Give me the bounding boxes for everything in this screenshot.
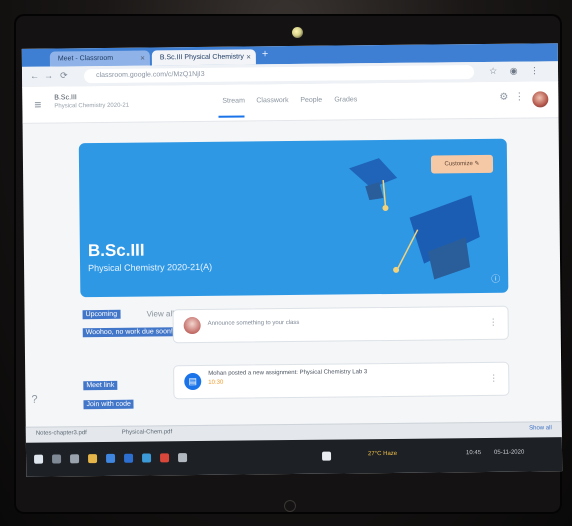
assignment-icon: ▤: [184, 372, 202, 391]
assignment-title[interactable]: Mohan posted a new assignment: Physical …: [208, 369, 367, 377]
more-options-icon[interactable]: ⋮: [489, 317, 498, 328]
info-icon[interactable]: ⓘ: [491, 272, 500, 285]
mail-icon[interactable]: [142, 453, 152, 463]
classroom-header: ≡ B.Sc.III Physical Chemistry 2020-21 St…: [22, 81, 559, 124]
browser-tab-1[interactable]: Meet - Classroom ×: [49, 50, 150, 67]
reload-icon[interactable]: ⟳: [60, 70, 68, 81]
windows-taskbar: 27°C Haze 10:45 05-11-2020: [25, 437, 563, 477]
forward-icon[interactable]: →: [44, 70, 53, 80]
laptop-screen: Meet - Classroom × B.Sc.III Physical Che…: [21, 43, 563, 477]
hamburger-menu-icon[interactable]: ≡: [34, 98, 41, 112]
tab-classwork[interactable]: Classwork: [256, 97, 288, 104]
join-code-label[interactable]: Join with code: [83, 399, 134, 410]
tab-people[interactable]: People: [300, 97, 322, 104]
tab-label: Meet - Classroom: [57, 54, 114, 63]
apps-kebab-icon[interactable]: ⋮: [514, 92, 524, 103]
store-icon[interactable]: [124, 453, 134, 463]
chrome-icon[interactable]: [160, 453, 170, 463]
meet-link-label: Meet link: [83, 380, 118, 391]
webcam-light: [292, 27, 303, 38]
class-banner: Customize ✎ B.Sc.III Physical Chemistry …: [78, 138, 509, 298]
assignment-time: 10:30: [208, 379, 224, 386]
announce-card[interactable]: Announce something to your class ⋮: [172, 305, 509, 344]
class-title[interactable]: B.Sc.III: [54, 94, 77, 101]
clipboard-icon: ▤: [188, 376, 198, 387]
search-icon[interactable]: [52, 454, 62, 464]
show-all-downloads-link[interactable]: Show all: [529, 425, 552, 431]
banner-class-title: B.Sc.III: [87, 240, 145, 261]
browser-tab-2[interactable]: B.Sc.III Physical Chemistry ×: [151, 49, 256, 66]
edge-browser-icon[interactable]: [106, 453, 116, 463]
class-subtitle: Physical Chemistry 2020-21: [54, 102, 130, 110]
tab-stream[interactable]: Stream: [222, 97, 245, 104]
app-icon[interactable]: [178, 453, 188, 463]
download-item[interactable]: Physical-Chem.pdf: [122, 429, 172, 436]
close-tab-icon[interactable]: ×: [140, 51, 145, 66]
back-icon[interactable]: ←: [30, 71, 39, 81]
task-view-icon[interactable]: [70, 454, 80, 464]
help-icon[interactable]: ?: [31, 394, 37, 406]
view-all-link[interactable]: View all: [147, 309, 175, 318]
url-input[interactable]: classroom.google.com/c/MzQ1NjI3: [83, 65, 475, 84]
upcoming-label: Upcoming: [82, 309, 121, 320]
more-options-icon[interactable]: ⋮: [489, 373, 498, 384]
customize-button[interactable]: Customize ✎: [430, 154, 494, 174]
user-avatar: [183, 316, 201, 335]
taskbar-date[interactable]: 05-11-2020: [494, 450, 524, 456]
close-tab-icon[interactable]: ×: [246, 49, 251, 64]
power-button: [284, 500, 296, 512]
start-menu-icon[interactable]: [34, 454, 44, 464]
document-icon[interactable]: [322, 451, 332, 461]
assignment-card[interactable]: ▤ Mohan posted a new assignment: Physica…: [173, 361, 510, 400]
announce-placeholder[interactable]: Announce something to your class: [208, 320, 300, 327]
taskbar-clock[interactable]: 10:45: [466, 450, 481, 456]
tab-label: B.Sc.III Physical Chemistry: [159, 53, 244, 62]
settings-gear-icon[interactable]: ⚙: [499, 92, 508, 103]
new-tab-button[interactable]: +: [262, 48, 269, 60]
banner-class-subtitle: Physical Chemistry 2020-21(A): [88, 261, 213, 274]
account-avatar[interactable]: [532, 91, 549, 108]
download-item[interactable]: Notes-chapter3.pdf: [36, 430, 87, 437]
file-explorer-icon[interactable]: [88, 454, 98, 464]
browser-toolbar-icons[interactable]: ☆ ◉ ⋮: [489, 65, 544, 77]
no-work-label: Woohoo, no work due soon!: [82, 327, 176, 338]
tab-grades[interactable]: Grades: [334, 96, 357, 103]
active-tab-indicator: [218, 115, 245, 118]
weather-widget[interactable]: 27°C Haze: [368, 451, 397, 457]
